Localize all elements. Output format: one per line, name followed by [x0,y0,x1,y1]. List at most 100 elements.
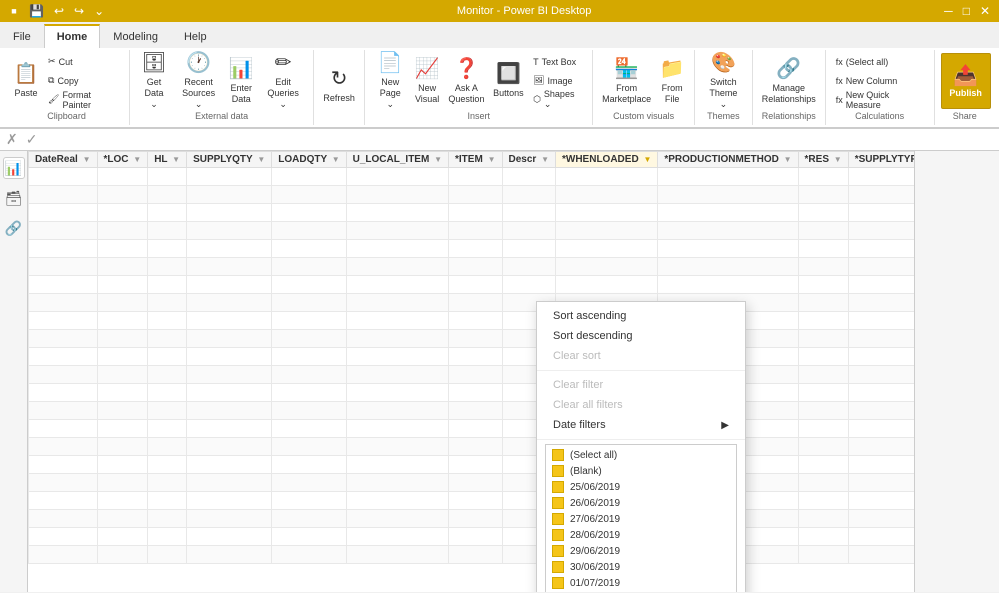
new-measure-icon: fx [836,57,843,67]
col-supplytype[interactable]: *SUPPLYTYPE ▼ [848,152,914,168]
filter-item[interactable]: 02/07/2019 [546,591,736,592]
close-button[interactable]: ✕ [977,3,993,19]
ribbon-group-external: 🗄 GetData ⌄ 🕐 RecentSources ⌄ 📊 EnterDat… [130,50,314,125]
filter-list-inner: (Select all)(Blank)25/06/201926/06/20192… [546,445,736,592]
tab-modeling[interactable]: Modeling [100,24,171,48]
ribbon-group-relationships: 🔗 ManageRelationships Relationships [753,50,826,125]
table-row [29,456,915,474]
text-box-button[interactable]: T Text Box [529,53,586,71]
col-descr[interactable]: Descr ▼ [502,152,556,168]
date-filters-item[interactable]: Date filters ▶ [537,415,745,435]
sidebar-icon-report[interactable]: 📊 [3,157,25,179]
filter-list[interactable]: (Select all)(Blank)25/06/201926/06/20192… [545,444,737,592]
from-marketplace-button[interactable]: 🏪 FromMarketplace [599,53,654,109]
col-item[interactable]: *ITEM ▼ [449,152,502,168]
from-file-button[interactable]: 📁 FromFile [656,53,688,109]
sidebar-icon-model[interactable]: 🔗 [3,217,25,239]
recent-sources-icon: 🕐 [186,51,211,75]
filter-item[interactable]: 29/06/2019 [546,543,736,559]
switch-theme-button[interactable]: 🎨 SwitchTheme ⌄ [701,53,746,109]
data-grid-container: DateReal ▼ *LOC ▼ HL ▼ SUPPLYQTY ▼ LOADQ… [28,151,914,592]
sidebar-icon-data[interactable]: 🗃 [3,187,25,209]
col-loadqty[interactable]: LOADQTY ▼ [272,152,346,168]
col-supplyqty[interactable]: SUPPLYQTY ▼ [187,152,272,168]
column-filter-dropdown: Sort ascending Sort descending Clear sor… [536,301,746,592]
calculations-label: Calculations [832,109,928,123]
manage-relationships-button[interactable]: 🔗 ManageRelationships [759,53,819,109]
minimize-button[interactable]: ─ [941,3,956,19]
image-button[interactable]: 🖼 Image [529,72,586,90]
table-row [29,330,915,348]
ask-question-button[interactable]: ❓ Ask AQuestion [445,53,488,109]
external-data-label: External data [136,109,307,123]
new-column-icon: fx [836,76,843,86]
filter-item-label: 01/07/2019 [570,578,620,589]
formula-cancel[interactable]: ✗ [4,131,20,148]
filter-item[interactable]: (Select all) [546,447,736,463]
filter-item[interactable]: 25/06/2019 [546,479,736,495]
col-loc[interactable]: *LOC ▼ [97,152,148,168]
new-quick-measure-button[interactable]: fx New Quick Measure [832,91,928,109]
recent-sources-button[interactable]: 🕐 RecentSources ⌄ [174,53,223,109]
filter-item[interactable]: 28/06/2019 [546,527,736,543]
filter-checkbox [552,545,564,557]
paste-button[interactable]: 📋 Paste [10,53,42,109]
redo-button[interactable]: ↪ [71,3,87,19]
refresh-icon: ↻ [331,67,348,91]
filter-item[interactable]: 26/06/2019 [546,495,736,511]
filter-checkbox [552,513,564,525]
clear-sort-item[interactable]: Clear sort [537,346,745,366]
sort-descending-item[interactable]: Sort descending [537,326,745,346]
table-row [29,240,915,258]
undo-button[interactable]: ↩ [51,3,67,19]
buttons-icon: 🔲 [496,62,521,86]
edit-queries-button[interactable]: ✏ EditQueries ⌄ [259,53,307,109]
col-ulocalitem[interactable]: U_LOCAL_ITEM ▼ [346,152,448,168]
publish-button[interactable]: 📤 Publish [941,53,991,109]
save-button[interactable]: 💾 [26,3,47,19]
text-box-icon: T [533,57,539,67]
filter-item-label: (Select all) [570,450,617,461]
maximize-button[interactable]: □ [960,3,973,19]
clipboard-label: Clipboard [10,109,123,123]
grid-header-row: DateReal ▼ *LOC ▼ HL ▼ SUPPLYQTY ▼ LOADQ… [29,152,915,168]
col-hl[interactable]: HL ▼ [148,152,187,168]
tab-help[interactable]: Help [171,24,220,48]
table-row [29,204,915,222]
filter-item[interactable]: 30/06/2019 [546,559,736,575]
ribbon-tabs: File Home Modeling Help [0,22,999,48]
new-page-button[interactable]: 📄 NewPage ⌄ [371,53,409,109]
tab-file[interactable]: File [0,24,44,48]
formula-confirm[interactable]: ✓ [24,131,40,148]
new-column-button[interactable]: fx New Column [832,72,928,90]
clear-all-filters-item[interactable]: Clear all filters [537,395,745,415]
app-icon: ■ [6,3,22,19]
col-whenloaded[interactable]: *WHENLOADED ▼ [556,152,658,168]
shapes-button[interactable]: ⬡ Shapes ⌄ [529,91,586,109]
new-visual-button[interactable]: 📈 NewVisual [411,53,443,109]
format-painter-button[interactable]: 🖌 Format Painter [44,91,123,109]
col-productionmethod[interactable]: *PRODUCTIONMETHOD ▼ [658,152,798,168]
get-data-button[interactable]: 🗄 GetData ⌄ [136,53,172,109]
cut-button[interactable]: ✂ Cut [44,53,123,71]
filter-item[interactable]: 01/07/2019 [546,575,736,591]
qa-dropdown[interactable]: ⌄ [91,3,107,19]
new-measure-button[interactable]: fx (Select all) [832,53,928,71]
copy-button[interactable]: ⧉ Copy [44,72,123,90]
table-row [29,366,915,384]
clipboard-col: ✂ Cut ⧉ Copy 🖌 Format Painter [44,53,123,109]
clear-filter-item[interactable]: Clear filter [537,375,745,395]
buttons-button[interactable]: 🔲 Buttons [490,53,527,109]
filter-item[interactable]: (Blank) [546,463,736,479]
enter-data-button[interactable]: 📊 EnterData [225,53,257,109]
col-datereal[interactable]: DateReal ▼ [29,152,98,168]
get-data-icon: 🗄 [141,51,166,75]
sort-ascending-item[interactable]: Sort ascending [537,306,745,326]
filter-checkbox [552,465,564,477]
filter-item[interactable]: 27/06/2019 [546,511,736,527]
table-row [29,546,915,564]
right-panel [914,151,999,592]
tab-home[interactable]: Home [44,24,101,48]
col-res[interactable]: *RES ▼ [798,152,848,168]
refresh-button[interactable]: ↻ Refresh [320,58,358,114]
